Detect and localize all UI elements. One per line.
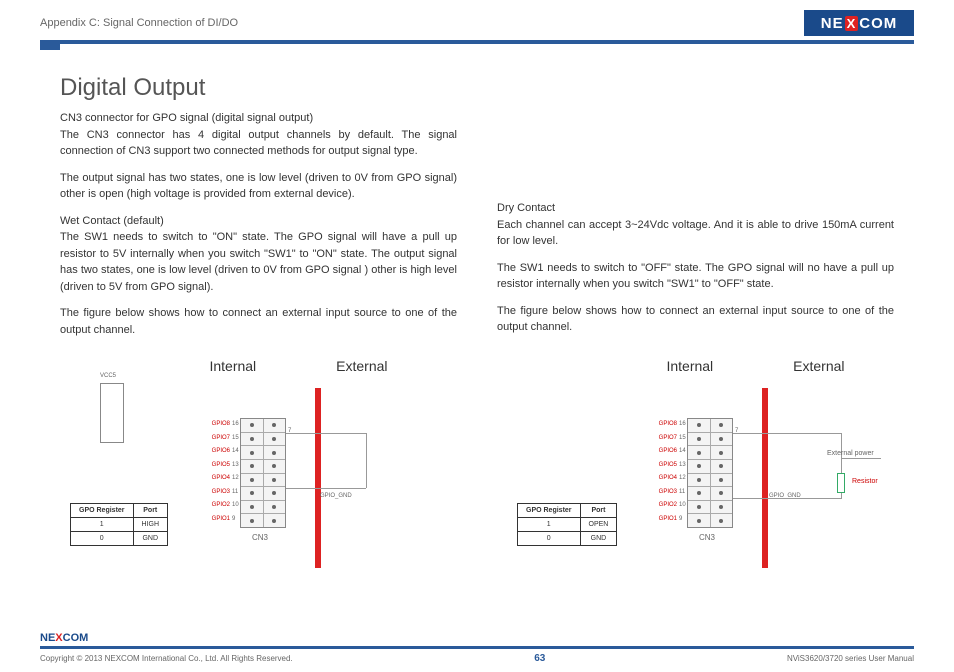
para: The SW1 needs to switch to "OFF" state. … [497, 260, 894, 293]
para-heading: Wet Contact (default) [60, 213, 457, 230]
external-power-label: External power [827, 450, 874, 457]
para: CN3 connector for GPO signal (digital si… [60, 110, 457, 127]
cn3-connector [240, 418, 286, 528]
gpo-register-table-wet: GPO RegisterPort 1HIGH 0GND [70, 503, 168, 546]
cn3-label: CN3 [699, 533, 715, 542]
gpo-register-table-dry: GPO RegisterPort 1OPEN 0GND [517, 503, 617, 546]
boundary-bar [762, 388, 768, 568]
nexcom-logo: NEXCOM [804, 10, 914, 36]
label-external: External [793, 358, 844, 374]
page-content: Digital Output CN3 connector for GPO sig… [0, 44, 954, 348]
manual-name: NViS3620/3720 series User Manual [787, 654, 914, 663]
section-title: Digital Output [60, 74, 894, 102]
footer-logo: NEXCOM [40, 630, 110, 646]
boundary-bar [315, 388, 321, 568]
pin-numbers-left: 16151413 1211109 [232, 418, 239, 526]
cn3-label: CN3 [252, 533, 268, 542]
gpio-labels: GPIO8GPIO7GPIO6GPIO5 GPIO4GPIO3GPIO2GPIO… [637, 418, 677, 526]
para: Each channel can accept 3~24Vdc voltage.… [497, 217, 894, 250]
appendix-title: Appendix C: Signal Connection of DI/DO [40, 17, 238, 29]
header-rule [40, 40, 914, 44]
page-header: Appendix C: Signal Connection of DI/DO N… [0, 0, 954, 36]
para: The CN3 connector has 4 digital output c… [60, 127, 457, 160]
right-column: Dry Contact Each channel can accept 3~24… [497, 110, 894, 348]
vcc-block: VCC5 [100, 373, 124, 443]
wet-contact-diagram: Internal External VCC5 CN3 GPIO8GPIO7GPI… [40, 358, 457, 588]
para: The figure below shows how to connect an… [60, 305, 457, 338]
label-external: External [336, 358, 387, 374]
page-number: 63 [534, 653, 545, 664]
diagrams: Internal External VCC5 CN3 GPIO8GPIO7GPI… [0, 358, 954, 588]
dry-contact-diagram: Internal External CN3 GPIO8GPIO7GPIO6GPI… [497, 358, 914, 588]
para: The SW1 needs to switch to "ON" state. T… [60, 229, 457, 295]
para: The figure below shows how to connect an… [497, 303, 894, 336]
gpio-labels: GPIO8GPIO7GPIO6GPIO5 GPIO4GPIO3GPIO2GPIO… [190, 418, 230, 526]
page-footer: NEXCOM Copyright © 2013 NEXCOM Internati… [0, 630, 954, 664]
pin-numbers-left: 16151413 1211109 [679, 418, 686, 526]
para: The output signal has two states, one is… [60, 170, 457, 203]
resistor-label: Resistor [852, 478, 878, 485]
label-internal: Internal [209, 358, 256, 374]
gpio-gnd-label: GPIO_GND [320, 493, 352, 499]
left-column: CN3 connector for GPO signal (digital si… [60, 110, 457, 348]
resistor-icon [837, 473, 845, 493]
para-heading: Dry Contact [497, 200, 894, 217]
cn3-connector [687, 418, 733, 528]
copyright: Copyright © 2013 NEXCOM International Co… [40, 654, 293, 663]
label-internal: Internal [666, 358, 713, 374]
